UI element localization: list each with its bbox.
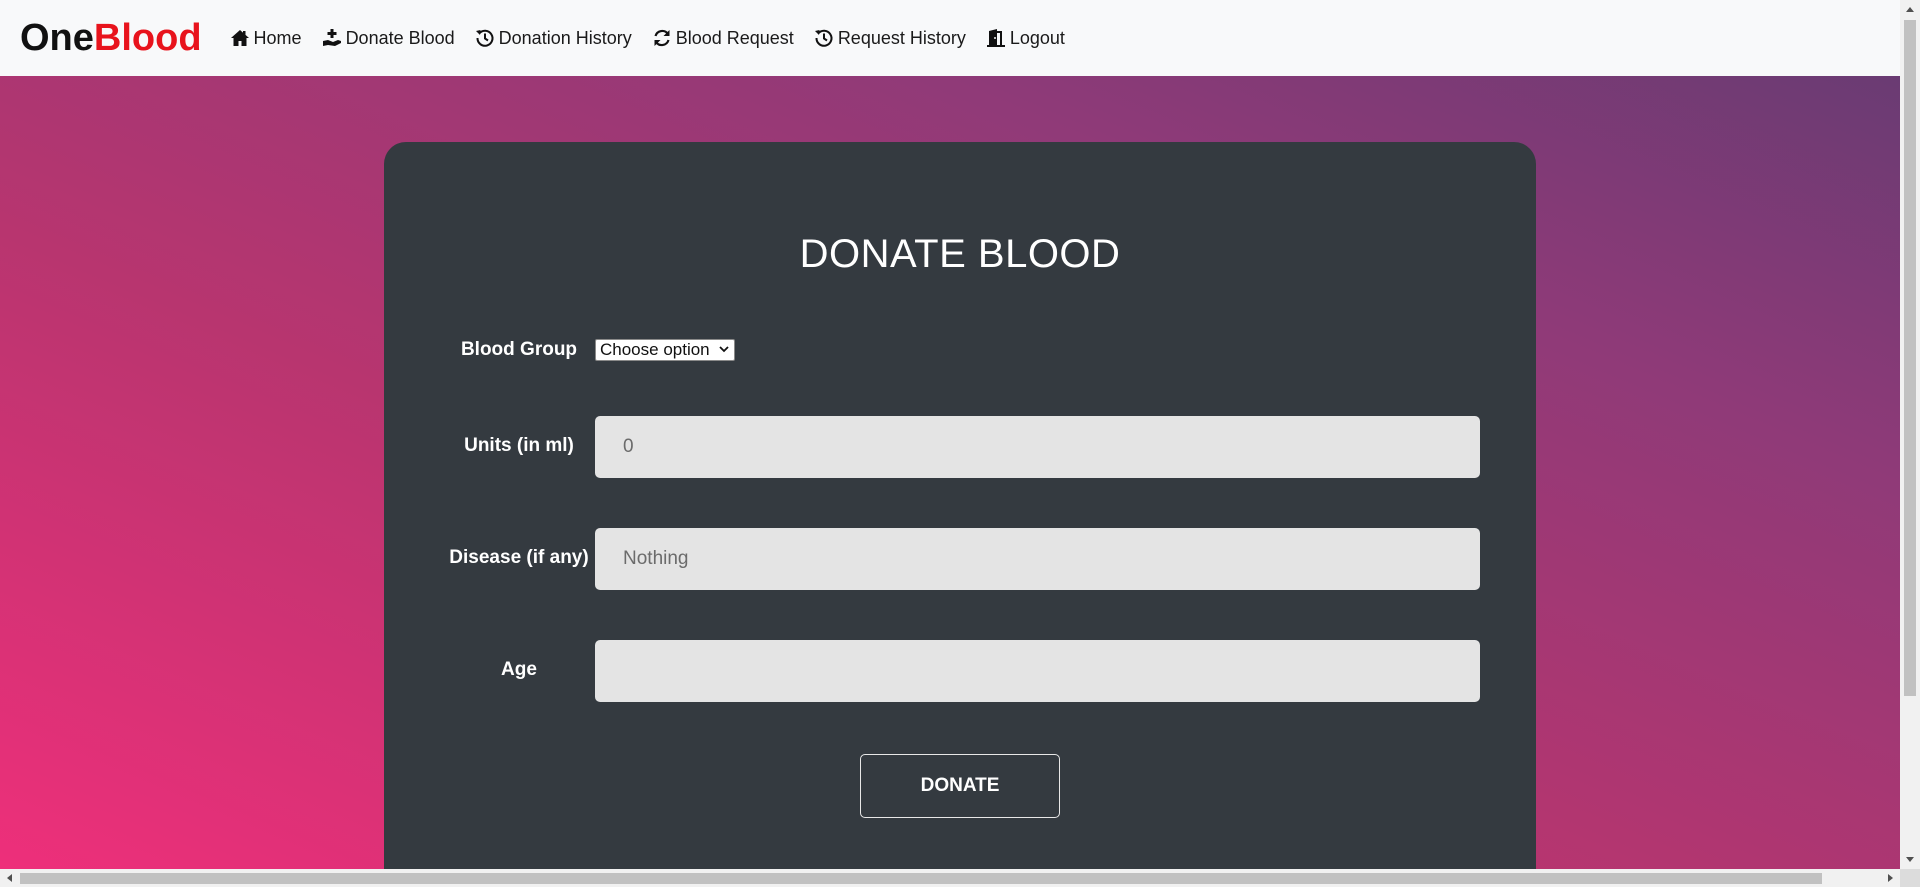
door-exit-icon <box>986 28 1006 48</box>
blood-group-label: Blood Group <box>460 339 578 360</box>
donate-button[interactable]: DONATE <box>860 754 1060 818</box>
nav-item-label: Request History <box>837 27 966 48</box>
units-label: Units (in ml) <box>464 435 574 456</box>
history-icon <box>814 28 834 48</box>
donate-form-card: DONATE BLOOD Blood Group Choose option U… <box>384 142 1536 869</box>
main-content: DONATE BLOOD Blood Group Choose option U… <box>0 76 1900 869</box>
chevron-down-icon <box>718 340 730 360</box>
nav-item-donate-blood[interactable]: Donate Blood <box>322 28 455 49</box>
scroll-right-arrow-icon[interactable] <box>1882 869 1900 887</box>
hand-holding-icon <box>322 28 342 48</box>
vertical-scrollbar[interactable] <box>1900 0 1920 869</box>
scrollbar-corner <box>1900 869 1920 887</box>
nav-item-home[interactable]: Home <box>230 28 302 49</box>
home-icon <box>230 28 250 48</box>
nav-item-label: Blood Request <box>675 27 794 48</box>
browser-viewport: One Blood Home Donate Blood Donation Hist… <box>0 0 1900 869</box>
scroll-up-arrow-icon[interactable] <box>1900 0 1920 18</box>
disease-input[interactable]: Nothing <box>595 528 1480 590</box>
horizontal-scrollbar[interactable] <box>0 869 1900 887</box>
nav-item-logout[interactable]: Logout <box>986 28 1065 49</box>
units-input-value: 0 <box>623 436 634 457</box>
brand-name-part2: Blood <box>93 17 202 59</box>
nav-menu: Home Donate Blood Donation History Blood… <box>230 28 1065 49</box>
blood-group-selected-value: Choose option <box>600 340 710 359</box>
nav-item-label: Logout <box>1009 27 1065 48</box>
nav-item-blood-request[interactable]: Blood Request <box>652 28 794 49</box>
history-icon <box>475 28 495 48</box>
age-input[interactable] <box>595 640 1480 702</box>
form-title: DONATE BLOOD <box>799 232 1121 276</box>
brand-logo[interactable]: One Blood <box>20 19 202 57</box>
blood-group-select[interactable]: Choose option <box>595 339 735 361</box>
age-label: Age <box>501 659 537 680</box>
refresh-icon <box>652 28 672 48</box>
disease-label: Disease (if any) <box>449 547 589 568</box>
nav-item-request-history[interactable]: Request History <box>814 28 966 49</box>
disease-input-placeholder: Nothing <box>623 548 689 569</box>
nav-item-donation-history[interactable]: Donation History <box>475 28 632 49</box>
nav-item-label: Donate Blood <box>345 27 455 48</box>
horizontal-scroll-thumb[interactable] <box>20 873 1822 884</box>
scroll-down-arrow-icon[interactable] <box>1900 851 1920 869</box>
navbar: One Blood Home Donate Blood Donation Hist… <box>0 0 1900 76</box>
nav-item-label: Home <box>253 27 302 48</box>
scroll-left-arrow-icon[interactable] <box>0 869 18 887</box>
nav-item-label: Donation History <box>498 27 632 48</box>
vertical-scroll-thumb[interactable] <box>1904 20 1916 696</box>
units-input[interactable]: 0 <box>595 416 1480 478</box>
brand-name-part1: One <box>20 17 94 59</box>
